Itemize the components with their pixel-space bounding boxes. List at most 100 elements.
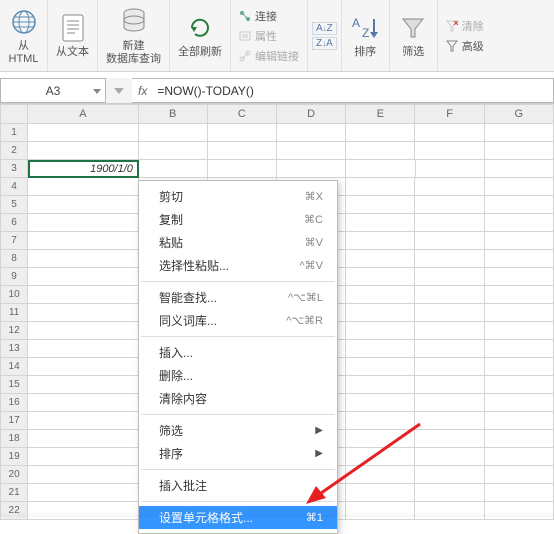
connections-button[interactable]: 连接 — [239, 6, 299, 26]
row-header[interactable]: 11 — [0, 304, 28, 322]
cell[interactable] — [346, 448, 415, 466]
cell[interactable] — [485, 142, 554, 160]
cell[interactable] — [415, 250, 484, 268]
cell[interactable] — [346, 376, 415, 394]
cell[interactable] — [346, 484, 415, 502]
properties-button[interactable]: 属性 — [239, 26, 299, 46]
cell[interactable] — [415, 304, 484, 322]
cell[interactable] — [346, 430, 415, 448]
active-cell[interactable]: 1900/1/0 — [28, 160, 139, 178]
cell[interactable] — [346, 322, 415, 340]
filter-button[interactable]: 筛选 — [390, 0, 438, 71]
cell[interactable] — [346, 178, 415, 196]
row-header[interactable]: 18 — [0, 430, 28, 448]
cell[interactable] — [28, 448, 138, 466]
row-header[interactable]: 5 — [0, 196, 28, 214]
menu-item[interactable]: 设置单元格格式...⌘1 — [139, 506, 337, 529]
row-header[interactable]: 7 — [0, 232, 28, 250]
cell[interactable] — [485, 340, 554, 358]
sort-desc-button[interactable]: Z↓A — [312, 37, 337, 50]
cell[interactable] — [346, 214, 415, 232]
cell[interactable] — [28, 466, 138, 484]
cell[interactable] — [415, 322, 484, 340]
advanced-filter-button[interactable]: 高级 — [446, 36, 484, 56]
cell[interactable] — [346, 160, 415, 178]
refresh-all-button[interactable]: 全部刷新 — [170, 0, 231, 71]
column-header[interactable]: D — [277, 104, 346, 124]
menu-item[interactable]: 插入... — [139, 341, 337, 364]
row-header[interactable]: 9 — [0, 268, 28, 286]
cell[interactable] — [277, 142, 346, 160]
menu-item[interactable]: 排序▶ — [139, 442, 337, 465]
row-header[interactable]: 3 — [0, 160, 28, 178]
cell[interactable] — [415, 232, 484, 250]
cell[interactable] — [415, 484, 484, 502]
cell[interactable] — [485, 484, 554, 502]
row-header[interactable]: 8 — [0, 250, 28, 268]
menu-item[interactable]: 插入批注 — [139, 474, 337, 497]
cell[interactable] — [28, 412, 138, 430]
cell[interactable] — [415, 178, 484, 196]
cell[interactable] — [416, 160, 485, 178]
cell[interactable] — [485, 430, 554, 448]
row-header[interactable]: 1 — [0, 124, 28, 142]
cell[interactable] — [485, 412, 554, 430]
formula-bar[interactable]: fx =NOW()-TODAY() — [132, 78, 554, 103]
cell[interactable] — [28, 430, 138, 448]
new-db-query-button[interactable]: 新建 数据库查询 — [98, 0, 170, 71]
column-header[interactable]: E — [346, 104, 415, 124]
cell[interactable] — [415, 448, 484, 466]
cell[interactable] — [485, 304, 554, 322]
cell[interactable] — [485, 232, 554, 250]
row-header[interactable]: 17 — [0, 412, 28, 430]
row-header[interactable]: 4 — [0, 178, 28, 196]
cell[interactable] — [346, 340, 415, 358]
cell[interactable] — [415, 142, 484, 160]
cell[interactable] — [415, 124, 484, 142]
cell[interactable] — [485, 268, 554, 286]
cell[interactable] — [346, 142, 415, 160]
cell[interactable] — [346, 412, 415, 430]
cell[interactable] — [346, 358, 415, 376]
cell[interactable] — [485, 358, 554, 376]
cell[interactable] — [277, 160, 346, 178]
select-all-corner[interactable] — [0, 104, 28, 124]
row-header[interactable]: 19 — [0, 448, 28, 466]
cell[interactable] — [415, 412, 484, 430]
sort-button[interactable]: AZ 排序 — [342, 0, 390, 71]
cell[interactable] — [208, 142, 277, 160]
column-header[interactable]: G — [485, 104, 554, 124]
from-html-button[interactable]: 从 HTML — [0, 0, 48, 71]
name-box[interactable]: A3 — [0, 78, 106, 103]
row-header[interactable]: 2 — [0, 142, 28, 160]
cell[interactable] — [139, 124, 208, 142]
cell[interactable] — [346, 466, 415, 484]
cell[interactable] — [28, 376, 138, 394]
row-header[interactable]: 20 — [0, 466, 28, 484]
cell[interactable] — [415, 286, 484, 304]
cell[interactable] — [28, 250, 138, 268]
row-header[interactable]: 21 — [0, 484, 28, 502]
cell[interactable] — [277, 124, 346, 142]
cell[interactable] — [485, 160, 554, 178]
cell[interactable] — [28, 286, 138, 304]
clear-filter-button[interactable]: 清除 — [446, 16, 484, 36]
row-header[interactable]: 13 — [0, 340, 28, 358]
row-header[interactable]: 6 — [0, 214, 28, 232]
cell[interactable] — [485, 286, 554, 304]
cell[interactable] — [28, 196, 138, 214]
cell[interactable] — [485, 196, 554, 214]
row-header[interactable]: 16 — [0, 394, 28, 412]
cell[interactable] — [485, 322, 554, 340]
cell[interactable] — [485, 466, 554, 484]
cell[interactable] — [346, 394, 415, 412]
from-text-button[interactable]: 从文本 — [48, 0, 98, 71]
menu-item[interactable]: 选择性粘贴...^⌘V — [139, 254, 337, 277]
cell[interactable] — [28, 214, 138, 232]
menu-item[interactable]: 删除... — [139, 364, 337, 387]
cell[interactable] — [346, 286, 415, 304]
row-header[interactable]: 12 — [0, 322, 28, 340]
cell[interactable] — [346, 250, 415, 268]
cell[interactable] — [415, 376, 484, 394]
cell[interactable] — [415, 430, 484, 448]
